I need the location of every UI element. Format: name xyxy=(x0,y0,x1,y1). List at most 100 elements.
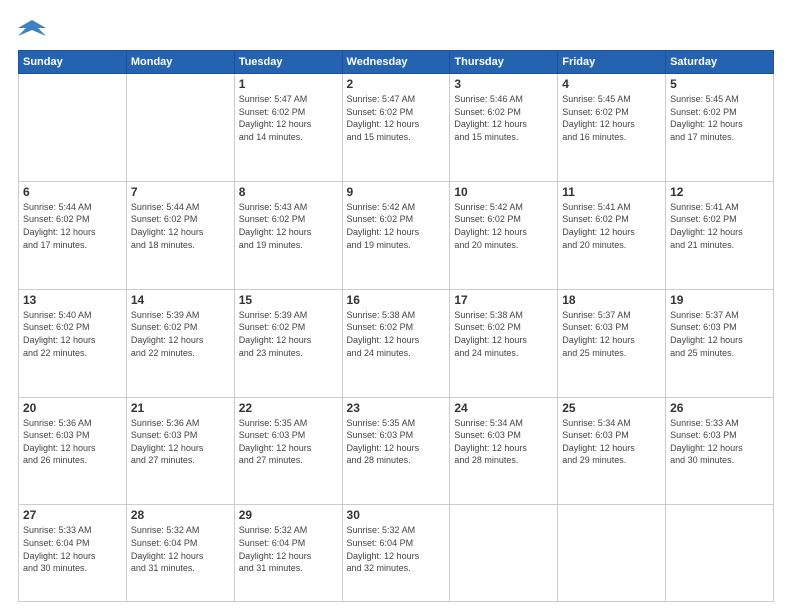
day-info: Sunrise: 5:42 AM Sunset: 6:02 PM Dayligh… xyxy=(347,201,446,251)
weekday-header-tuesday: Tuesday xyxy=(234,51,342,74)
calendar-cell: 23 Sunrise: 5:35 AM Sunset: 6:03 PM Dayli… xyxy=(342,397,450,505)
day-info: Sunrise: 5:47 AM Sunset: 6:02 PM Dayligh… xyxy=(239,93,338,143)
calendar-cell: 16 Sunrise: 5:38 AM Sunset: 6:02 PM Dayli… xyxy=(342,289,450,397)
day-info: Sunrise: 5:45 AM Sunset: 6:02 PM Dayligh… xyxy=(562,93,661,143)
weekday-header-friday: Friday xyxy=(558,51,666,74)
day-number: 15 xyxy=(239,293,338,307)
day-info: Sunrise: 5:35 AM Sunset: 6:03 PM Dayligh… xyxy=(347,417,446,467)
day-number: 7 xyxy=(131,185,230,199)
day-info: Sunrise: 5:37 AM Sunset: 6:03 PM Dayligh… xyxy=(670,309,769,359)
calendar-cell: 4 Sunrise: 5:45 AM Sunset: 6:02 PM Daylig… xyxy=(558,74,666,182)
calendar-cell: 18 Sunrise: 5:37 AM Sunset: 6:03 PM Dayli… xyxy=(558,289,666,397)
calendar-cell: 14 Sunrise: 5:39 AM Sunset: 6:02 PM Dayli… xyxy=(126,289,234,397)
header xyxy=(18,18,774,40)
calendar-cell xyxy=(19,74,127,182)
day-number: 12 xyxy=(670,185,769,199)
day-info: Sunrise: 5:42 AM Sunset: 6:02 PM Dayligh… xyxy=(454,201,553,251)
day-info: Sunrise: 5:46 AM Sunset: 6:02 PM Dayligh… xyxy=(454,93,553,143)
calendar-cell: 24Sunrise: 5:34 AM Sunset: 6:03 PM Dayli… xyxy=(450,397,558,505)
day-number: 23 xyxy=(347,401,446,415)
day-info: Sunrise: 5:47 AM Sunset: 6:02 PM Dayligh… xyxy=(347,93,446,143)
day-number: 17 xyxy=(454,293,553,307)
day-info: Sunrise: 5:32 AM Sunset: 6:04 PM Dayligh… xyxy=(347,524,446,574)
week-row-5: 27 Sunrise: 5:33 AM Sunset: 6:04 PM Dayli… xyxy=(19,505,774,602)
day-info: Sunrise: 5:40 AM Sunset: 6:02 PM Dayligh… xyxy=(23,309,122,359)
calendar-cell: 17 Sunrise: 5:38 AM Sunset: 6:02 PM Dayli… xyxy=(450,289,558,397)
day-info: Sunrise: 5:37 AM Sunset: 6:03 PM Dayligh… xyxy=(562,309,661,359)
day-number: 24 xyxy=(454,401,553,415)
day-number: 10 xyxy=(454,185,553,199)
day-info: Sunrise: 5:38 AM Sunset: 6:02 PM Dayligh… xyxy=(347,309,446,359)
day-number: 14 xyxy=(131,293,230,307)
calendar-cell: 3Sunrise: 5:46 AM Sunset: 6:02 PM Daylig… xyxy=(450,74,558,182)
day-info: Sunrise: 5:36 AM Sunset: 6:03 PM Dayligh… xyxy=(23,417,122,467)
calendar-cell: 15 Sunrise: 5:39 AM Sunset: 6:02 PM Dayli… xyxy=(234,289,342,397)
day-number: 29 xyxy=(239,508,338,522)
day-number: 4 xyxy=(562,77,661,91)
day-number: 9 xyxy=(347,185,446,199)
calendar-cell: 29 Sunrise: 5:32 AM Sunset: 6:04 PM Dayli… xyxy=(234,505,342,602)
weekday-header-wednesday: Wednesday xyxy=(342,51,450,74)
weekday-header-row: SundayMondayTuesdayWednesdayThursdayFrid… xyxy=(19,51,774,74)
calendar-table: SundayMondayTuesdayWednesdayThursdayFrid… xyxy=(18,50,774,602)
day-number: 20 xyxy=(23,401,122,415)
day-number: 21 xyxy=(131,401,230,415)
day-number: 30 xyxy=(347,508,446,522)
calendar-cell xyxy=(666,505,774,602)
calendar-cell: 26Sunrise: 5:33 AM Sunset: 6:03 PM Dayli… xyxy=(666,397,774,505)
day-number: 6 xyxy=(23,185,122,199)
page: SundayMondayTuesdayWednesdayThursdayFrid… xyxy=(0,0,792,612)
day-info: Sunrise: 5:32 AM Sunset: 6:04 PM Dayligh… xyxy=(131,524,230,574)
day-info: Sunrise: 5:44 AM Sunset: 6:02 PM Dayligh… xyxy=(23,201,122,251)
day-number: 19 xyxy=(670,293,769,307)
calendar-cell: 12 Sunrise: 5:41 AM Sunset: 6:02 PM Dayli… xyxy=(666,181,774,289)
calendar-cell: 6 Sunrise: 5:44 AM Sunset: 6:02 PM Daylig… xyxy=(19,181,127,289)
day-number: 11 xyxy=(562,185,661,199)
day-info: Sunrise: 5:41 AM Sunset: 6:02 PM Dayligh… xyxy=(670,201,769,251)
calendar-cell: 2 Sunrise: 5:47 AM Sunset: 6:02 PM Daylig… xyxy=(342,74,450,182)
day-number: 25 xyxy=(562,401,661,415)
weekday-header-sunday: Sunday xyxy=(19,51,127,74)
day-info: Sunrise: 5:39 AM Sunset: 6:02 PM Dayligh… xyxy=(131,309,230,359)
calendar-cell: 28Sunrise: 5:32 AM Sunset: 6:04 PM Dayli… xyxy=(126,505,234,602)
week-row-1: 1 Sunrise: 5:47 AM Sunset: 6:02 PM Daylig… xyxy=(19,74,774,182)
calendar-cell: 20 Sunrise: 5:36 AM Sunset: 6:03 PM Dayli… xyxy=(19,397,127,505)
calendar-cell: 10 Sunrise: 5:42 AM Sunset: 6:02 PM Dayli… xyxy=(450,181,558,289)
day-info: Sunrise: 5:38 AM Sunset: 6:02 PM Dayligh… xyxy=(454,309,553,359)
calendar-cell: 13 Sunrise: 5:40 AM Sunset: 6:02 PM Dayli… xyxy=(19,289,127,397)
calendar-cell: 9 Sunrise: 5:42 AM Sunset: 6:02 PM Daylig… xyxy=(342,181,450,289)
calendar-cell xyxy=(126,74,234,182)
day-info: Sunrise: 5:39 AM Sunset: 6:02 PM Dayligh… xyxy=(239,309,338,359)
calendar-cell: 11Sunrise: 5:41 AM Sunset: 6:02 PM Dayli… xyxy=(558,181,666,289)
calendar-cell: 8 Sunrise: 5:43 AM Sunset: 6:02 PM Daylig… xyxy=(234,181,342,289)
week-row-3: 13 Sunrise: 5:40 AM Sunset: 6:02 PM Dayli… xyxy=(19,289,774,397)
calendar-cell: 19 Sunrise: 5:37 AM Sunset: 6:03 PM Dayli… xyxy=(666,289,774,397)
calendar-cell: 30 Sunrise: 5:32 AM Sunset: 6:04 PM Dayli… xyxy=(342,505,450,602)
calendar-cell: 27 Sunrise: 5:33 AM Sunset: 6:04 PM Dayli… xyxy=(19,505,127,602)
day-info: Sunrise: 5:43 AM Sunset: 6:02 PM Dayligh… xyxy=(239,201,338,251)
calendar-cell: 5 Sunrise: 5:45 AM Sunset: 6:02 PM Daylig… xyxy=(666,74,774,182)
day-number: 16 xyxy=(347,293,446,307)
day-number: 27 xyxy=(23,508,122,522)
calendar-cell: 25 Sunrise: 5:34 AM Sunset: 6:03 PM Dayli… xyxy=(558,397,666,505)
calendar-cell xyxy=(558,505,666,602)
calendar-cell: 7 Sunrise: 5:44 AM Sunset: 6:02 PM Daylig… xyxy=(126,181,234,289)
day-info: Sunrise: 5:33 AM Sunset: 6:04 PM Dayligh… xyxy=(23,524,122,574)
calendar-cell: 1 Sunrise: 5:47 AM Sunset: 6:02 PM Daylig… xyxy=(234,74,342,182)
day-number: 18 xyxy=(562,293,661,307)
weekday-header-monday: Monday xyxy=(126,51,234,74)
calendar-cell: 22Sunrise: 5:35 AM Sunset: 6:03 PM Dayli… xyxy=(234,397,342,505)
day-info: Sunrise: 5:44 AM Sunset: 6:02 PM Dayligh… xyxy=(131,201,230,251)
day-number: 2 xyxy=(347,77,446,91)
day-number: 13 xyxy=(23,293,122,307)
day-number: 5 xyxy=(670,77,769,91)
weekday-header-thursday: Thursday xyxy=(450,51,558,74)
day-number: 8 xyxy=(239,185,338,199)
day-info: Sunrise: 5:45 AM Sunset: 6:02 PM Dayligh… xyxy=(670,93,769,143)
day-number: 1 xyxy=(239,77,338,91)
day-number: 22 xyxy=(239,401,338,415)
day-info: Sunrise: 5:34 AM Sunset: 6:03 PM Dayligh… xyxy=(562,417,661,467)
day-info: Sunrise: 5:36 AM Sunset: 6:03 PM Dayligh… xyxy=(131,417,230,467)
day-info: Sunrise: 5:32 AM Sunset: 6:04 PM Dayligh… xyxy=(239,524,338,574)
calendar-cell: 21 Sunrise: 5:36 AM Sunset: 6:03 PM Dayli… xyxy=(126,397,234,505)
